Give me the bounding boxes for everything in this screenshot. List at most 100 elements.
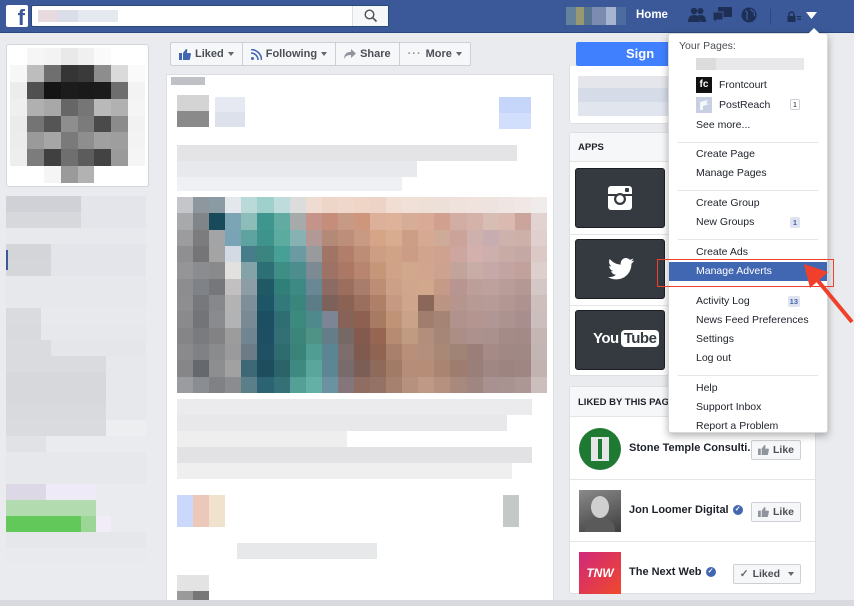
see-more-link[interactable]: See more... xyxy=(669,116,827,135)
app-tile-youtube[interactable]: You Tube xyxy=(575,310,665,370)
menu-item-log-out[interactable]: Log out xyxy=(669,349,827,368)
menu-item-manage-pages[interactable]: Manage Pages xyxy=(669,164,827,183)
liked-page-name[interactable]: Jon Loomer Digital ✓ xyxy=(629,504,743,516)
search-input[interactable] xyxy=(31,5,389,27)
menu-item-create-ads[interactable]: Create Ads xyxy=(669,243,827,262)
home-link[interactable]: Home xyxy=(636,9,668,21)
menu-item-manage-adverts[interactable]: Manage Adverts xyxy=(669,262,827,281)
menu-item-support-inbox[interactable]: Support Inbox xyxy=(669,398,827,417)
profile-shortcut-avatar[interactable] xyxy=(566,7,626,25)
messages-icon[interactable] xyxy=(713,7,732,24)
menu-item-activity-log[interactable]: Activity Log 13 xyxy=(669,292,827,311)
search-button[interactable] xyxy=(352,6,388,26)
pixel xyxy=(10,81,27,99)
pixel xyxy=(10,166,27,183)
notifications-globe-icon[interactable] xyxy=(741,7,757,23)
menu-item-help[interactable]: Help xyxy=(669,379,827,398)
pixel xyxy=(337,311,354,328)
pixel xyxy=(418,246,435,263)
pixel xyxy=(26,64,44,82)
share-button[interactable]: Share xyxy=(336,43,400,65)
pixel xyxy=(26,149,44,167)
pixel xyxy=(450,360,467,377)
pixel xyxy=(193,360,210,377)
pixel xyxy=(257,311,274,328)
page-item-frontcourt[interactable]: fc Frontcourt xyxy=(669,75,827,95)
youtube-wordmark-you: You xyxy=(593,330,619,347)
menu-item-new-groups[interactable]: New Groups 1 xyxy=(669,213,827,232)
pixel xyxy=(434,327,451,344)
the-next-web-avatar[interactable]: TNW xyxy=(579,552,621,594)
page-item-blurred[interactable] xyxy=(669,54,827,74)
pixel xyxy=(60,48,78,65)
pixel xyxy=(466,213,483,230)
pixel xyxy=(482,376,499,393)
app-divider xyxy=(570,305,670,306)
pixel xyxy=(530,295,547,312)
pixel xyxy=(353,262,371,279)
blurred-row xyxy=(6,532,146,548)
pixel xyxy=(370,262,387,279)
page-profile-picture[interactable] xyxy=(6,44,149,187)
blurred-row xyxy=(6,276,146,292)
pixel xyxy=(466,360,483,377)
stone-temple-avatar[interactable] xyxy=(579,428,621,470)
liked-button[interactable]: Liked xyxy=(171,43,243,65)
pixel xyxy=(257,197,274,214)
pixel xyxy=(370,327,387,344)
menu-item-report-problem[interactable]: Report a Problem xyxy=(669,417,827,436)
pixel xyxy=(530,360,547,377)
account-menu-caret-icon[interactable] xyxy=(806,12,817,20)
pixel xyxy=(434,197,451,214)
menu-item-news-feed-preferences[interactable]: News Feed Preferences xyxy=(669,311,827,330)
facebook-logo[interactable]: f xyxy=(6,5,28,27)
pixel xyxy=(77,98,95,116)
pixel xyxy=(26,98,44,116)
menu-item-create-page[interactable]: Create Page xyxy=(669,145,827,164)
pixel xyxy=(402,311,419,328)
pixel xyxy=(386,360,403,377)
pixel xyxy=(26,81,44,99)
like-button[interactable]: Like xyxy=(750,440,801,460)
pixel xyxy=(450,262,467,279)
app-tile-instagram[interactable] xyxy=(575,168,665,228)
friend-requests-icon[interactable] xyxy=(688,7,706,23)
pixel xyxy=(128,81,145,99)
pixel xyxy=(498,278,515,295)
pixel xyxy=(466,327,483,344)
jon-loomer-avatar[interactable] xyxy=(579,490,621,532)
menu-item-create-group[interactable]: Create Group xyxy=(669,194,827,213)
pixel xyxy=(434,246,451,263)
pixel xyxy=(370,213,387,230)
apps-section: APPS You Tube xyxy=(569,132,670,376)
pixel xyxy=(498,295,515,312)
following-button[interactable]: Following xyxy=(243,43,337,65)
liked-button[interactable]: ✓ Liked xyxy=(732,564,801,584)
more-button[interactable]: ··· More xyxy=(400,43,470,65)
page-item-postreach[interactable]: PostReach 1 xyxy=(669,95,827,115)
like-button[interactable]: Like xyxy=(750,502,801,522)
pixel xyxy=(418,213,435,230)
pixel xyxy=(60,81,78,99)
pixel xyxy=(353,246,371,263)
pixel xyxy=(402,262,419,279)
pixel xyxy=(353,213,371,230)
liked-page-name[interactable]: Stone Temple Consulti... xyxy=(629,442,757,454)
menu-item-settings[interactable]: Settings xyxy=(669,330,827,349)
post-image-pixelated[interactable] xyxy=(177,197,547,393)
sign-up-button[interactable]: Sign Up xyxy=(576,42,670,85)
app-divider xyxy=(570,234,670,235)
pixel xyxy=(482,295,499,312)
like-button-label: Like xyxy=(772,506,794,518)
pixel xyxy=(289,278,306,295)
pixel xyxy=(111,81,129,99)
pixel xyxy=(514,229,531,246)
app-tile-twitter[interactable] xyxy=(575,239,665,299)
pixel xyxy=(370,311,387,328)
checkmark-icon: ✓ xyxy=(739,568,749,580)
pixel xyxy=(450,376,467,393)
liked-page-name[interactable]: The Next Web ✓ xyxy=(629,566,716,578)
pixel xyxy=(193,246,210,263)
count-badge: 1 xyxy=(790,217,800,228)
privacy-shortcuts-icon[interactable] xyxy=(787,11,801,22)
